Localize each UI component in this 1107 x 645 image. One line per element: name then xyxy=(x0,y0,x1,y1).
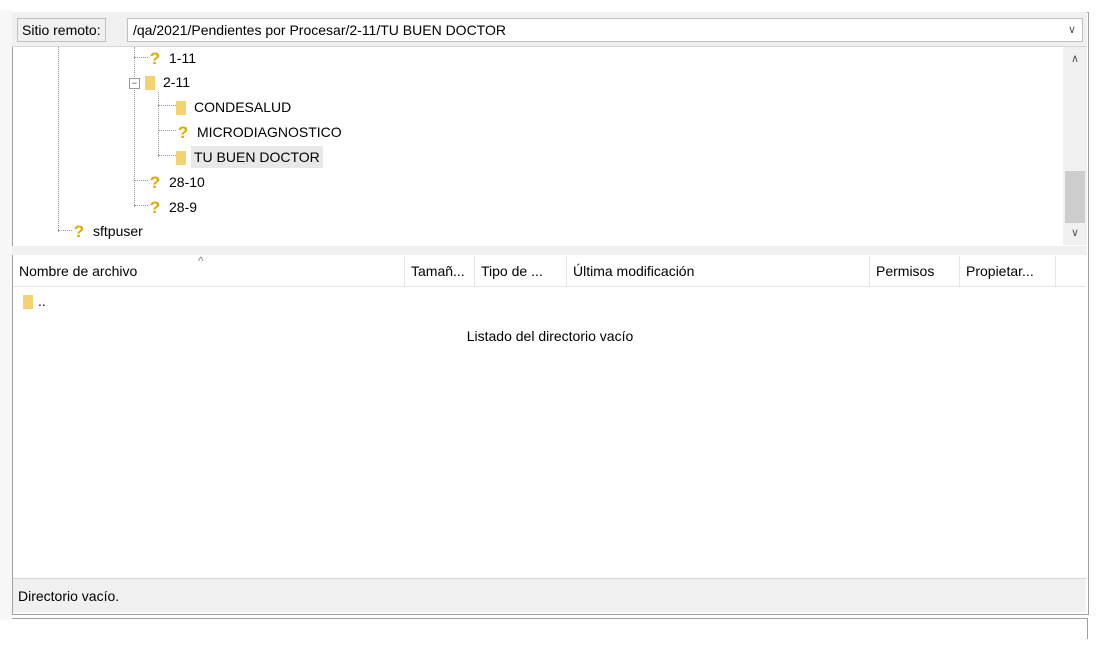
tree-item-label: 1-11 xyxy=(169,50,196,66)
tree-line xyxy=(158,105,176,106)
question-icon: ? xyxy=(149,198,161,218)
tree-item-label: 28-10 xyxy=(169,174,205,190)
empty-directory-message: Listado del directorio vacío xyxy=(466,328,634,344)
list-item-parent-directory[interactable]: .. xyxy=(13,291,46,311)
tree-item-microdiagnostico[interactable]: ? MICRODIAGNOSTICO xyxy=(176,121,345,143)
column-header-filename[interactable]: Nombre de archivo ^ xyxy=(13,256,405,286)
tree-item-28-10[interactable]: ? 28-10 xyxy=(148,171,208,193)
directory-tree: ? 1-11 − 2-11 CONDESALUD ? MICRODIAGNOSTICO… xyxy=(13,47,1063,245)
folder-icon xyxy=(176,151,186,166)
column-label: Tamañ... xyxy=(411,263,465,279)
scroll-down-icon[interactable]: ∨ xyxy=(1063,225,1087,241)
sort-ascending-icon: ^ xyxy=(198,256,204,268)
file-list-header: Nombre de archivo ^ Tamañ... Tipo de ...… xyxy=(13,256,1086,287)
tree-line xyxy=(158,92,159,157)
remote-site-bar: Sitio remoto: /qa/2021/Pendientes por Pr… xyxy=(12,12,1087,47)
pane-splitter[interactable] xyxy=(12,246,1087,255)
tree-item-label: MICRODIAGNOSTICO xyxy=(197,124,342,140)
folder-icon xyxy=(176,101,186,116)
parent-directory-label: .. xyxy=(38,293,46,309)
tree-line xyxy=(58,230,72,231)
column-header-type[interactable]: Tipo de ... xyxy=(475,256,567,286)
tree-item-sftpuser[interactable]: ? sftpuser xyxy=(72,220,146,242)
tree-line xyxy=(158,155,176,156)
remote-path-combobox[interactable]: /qa/2021/Pendientes por Procesar/2-11/TU… xyxy=(127,18,1083,42)
column-label: Nombre de archivo xyxy=(19,263,138,279)
tree-item-label: 28-9 xyxy=(169,199,198,215)
tree-line xyxy=(134,180,148,181)
column-label: Tipo de ... xyxy=(481,263,543,279)
column-header-modified[interactable]: Última modificación xyxy=(567,256,870,286)
tree-scrollbar[interactable]: ∧ ∨ xyxy=(1063,47,1087,245)
chevron-down-icon[interactable]: ∨ xyxy=(1062,19,1082,41)
tree-line xyxy=(58,47,59,232)
scroll-up-icon[interactable]: ∧ xyxy=(1063,51,1087,67)
transfer-queue-edge xyxy=(12,618,1088,639)
tree-item-2-11[interactable]: − 2-11 xyxy=(129,71,193,93)
question-icon: ? xyxy=(149,173,161,193)
tree-item-label: CONDESALUD xyxy=(194,99,292,115)
remote-path-text[interactable]: /qa/2021/Pendientes por Procesar/2-11/TU… xyxy=(133,19,506,41)
folder-icon xyxy=(23,295,33,310)
left-edge xyxy=(0,10,12,620)
question-icon: ? xyxy=(149,49,161,69)
column-label: Permisos xyxy=(876,263,935,279)
folder-icon xyxy=(145,76,155,91)
tree-item-label: sftpuser xyxy=(93,223,143,239)
column-label: Propietar... xyxy=(966,263,1034,279)
status-bar: Directorio vacío. xyxy=(13,578,1086,612)
column-header-owner[interactable]: Propietar... xyxy=(960,256,1056,286)
tree-item-label: 2-11 xyxy=(163,74,190,90)
question-icon: ? xyxy=(177,123,189,143)
question-icon: ? xyxy=(73,222,85,242)
column-header-size[interactable]: Tamañ... xyxy=(405,256,475,286)
tree-item-28-9[interactable]: ? 28-9 xyxy=(148,196,200,218)
remote-site-label: Sitio remoto: xyxy=(17,18,106,42)
tree-item-condesalud[interactable]: CONDESALUD xyxy=(176,96,294,118)
collapse-icon[interactable]: − xyxy=(129,77,140,89)
tree-item-1-11[interactable]: ? 1-11 xyxy=(148,47,199,69)
scrollbar-thumb[interactable] xyxy=(1065,171,1085,223)
column-label: Última modificación xyxy=(573,263,695,279)
tree-item-tu-buen-doctor[interactable]: TU BUEN DOCTOR xyxy=(176,146,323,168)
tree-line xyxy=(134,57,148,58)
tree-line xyxy=(158,130,176,131)
tree-item-label: TU BUEN DOCTOR xyxy=(191,146,323,168)
tree-line xyxy=(134,205,148,206)
column-header-permissions[interactable]: Permisos xyxy=(870,256,960,286)
